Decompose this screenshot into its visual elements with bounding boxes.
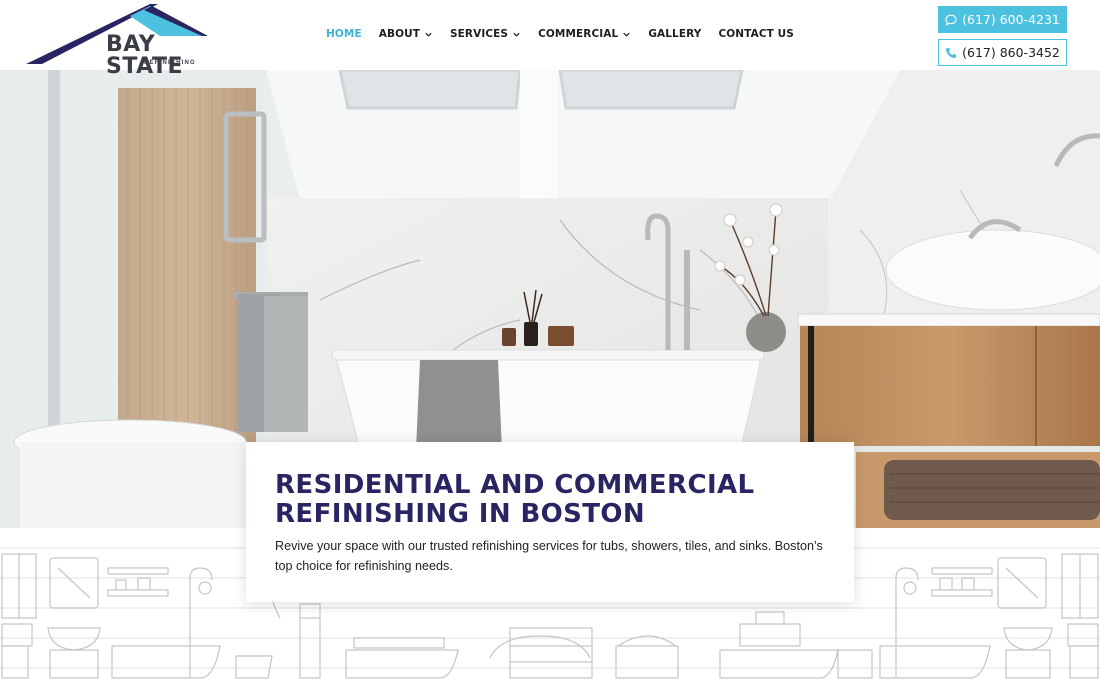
nav-item-home[interactable]: HOME: [326, 28, 362, 40]
nav-item-label: ABOUT: [378, 28, 420, 40]
hero-card: RESIDENTIAL AND COMMERCIAL REFINISHING I…: [246, 442, 854, 602]
nav-item-label: COMMERCIAL: [538, 28, 619, 40]
nav-item-label: SERVICES: [450, 28, 509, 40]
primary-phone-number: (617) 600-4231: [962, 12, 1060, 27]
main-nav: HOME ABOUT SERVICES COMMERCIAL GALLERY C…: [326, 28, 811, 40]
brand-tagline: REFINISHING: [144, 60, 196, 66]
secondary-phone-button[interactable]: (617) 860-3452: [938, 39, 1067, 66]
brand-name: BAY STATE: [106, 32, 183, 79]
chat-bubble-icon: [945, 14, 957, 26]
primary-phone-button[interactable]: (617) 600-4231: [938, 6, 1067, 33]
nav-item-services[interactable]: SERVICES: [450, 28, 521, 40]
phone-icon: [946, 47, 957, 58]
nav-item-label: CONTACT US: [718, 28, 794, 40]
secondary-phone-number: (617) 860-3452: [962, 45, 1060, 60]
hero-title: RESIDENTIAL AND COMMERCIAL REFINISHING I…: [275, 470, 755, 529]
site-header: BAY STATE REFINISHING HOME ABOUT SERVICE…: [0, 0, 1100, 78]
chevron-down-icon: [623, 32, 630, 37]
nav-item-commercial[interactable]: COMMERCIAL: [538, 28, 631, 40]
chevron-down-icon: [425, 32, 432, 37]
nav-item-about[interactable]: ABOUT: [379, 28, 433, 40]
nav-item-gallery[interactable]: GALLERY: [648, 28, 701, 40]
hero-description: Revive your space with our trusted refin…: [275, 539, 823, 573]
brand-logo[interactable]: BAY STATE REFINISHING: [26, 4, 216, 78]
chevron-down-icon: [513, 32, 520, 37]
nav-item-label: HOME: [326, 28, 362, 40]
nav-item-contact-us[interactable]: CONTACT US: [718, 28, 794, 40]
nav-item-label: GALLERY: [648, 28, 702, 40]
